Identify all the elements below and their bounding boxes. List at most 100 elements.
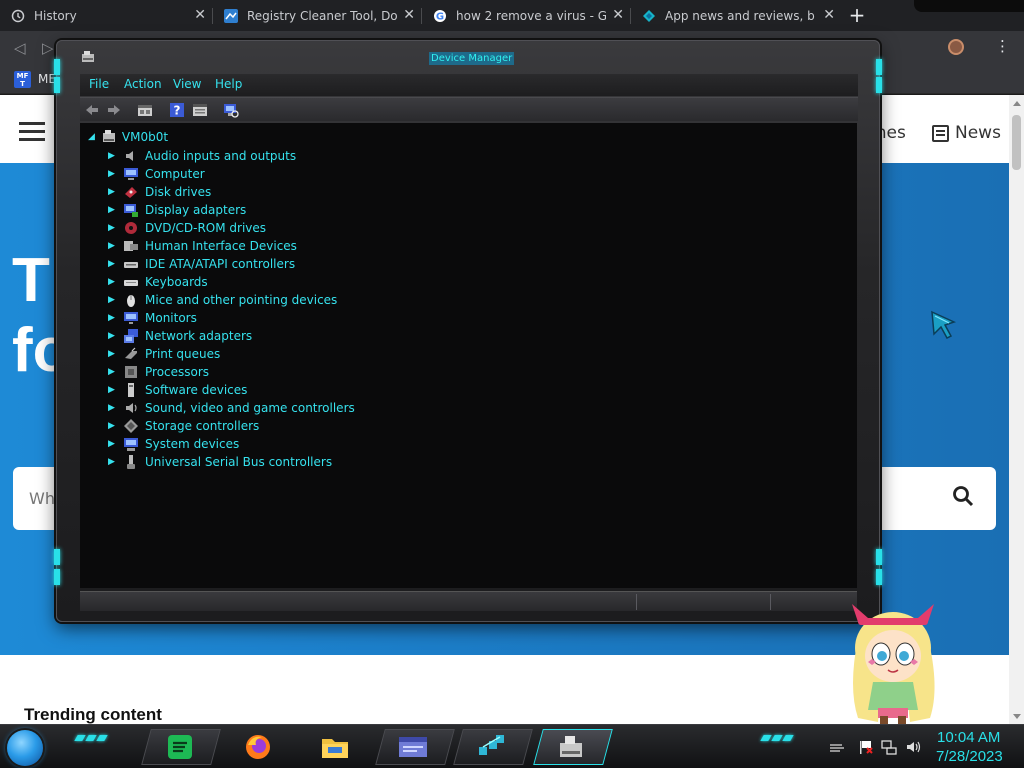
folder-icon	[322, 739, 348, 758]
expand-icon[interactable]: ▶	[108, 421, 118, 431]
close-tab-icon[interactable]: ✕	[612, 7, 624, 23]
svg-text:G: G	[436, 11, 444, 22]
expand-icon[interactable]: ▶	[108, 331, 118, 341]
device-category-item[interactable]: ▶ Software devices	[108, 381, 247, 399]
expand-icon[interactable]: ▶	[108, 403, 118, 413]
close-tab-icon[interactable]: ✕	[823, 7, 835, 23]
start-button[interactable]	[7, 730, 43, 766]
device-category-label: System devices	[145, 437, 240, 451]
nav-news-link[interactable]: News	[932, 123, 1001, 143]
window-title: Device Manager	[429, 52, 515, 65]
volume-icon[interactable]	[905, 739, 921, 755]
processor-icon	[125, 366, 137, 378]
device-category-item[interactable]: ▶ Keyboards	[108, 273, 208, 291]
show-hidden-icons[interactable]	[829, 739, 845, 755]
properties-view-icon[interactable]	[137, 102, 153, 118]
menu-file[interactable]: File	[89, 77, 109, 91]
help-icon[interactable]: ?	[169, 102, 185, 118]
device-category-item[interactable]: ▶ Print queues	[108, 345, 220, 363]
expand-icon[interactable]: ▶	[108, 313, 118, 323]
scroll-thumb[interactable]	[1012, 115, 1021, 170]
tab-registry-cleaner[interactable]: Registry Cleaner Tool, Down ✕	[213, 0, 421, 31]
search-icon[interactable]	[952, 485, 974, 507]
bookmark-favicon: MF T	[14, 71, 31, 88]
expand-icon[interactable]: ▶	[108, 349, 118, 359]
device-tree[interactable]: ◢ VM0b0t ▶ Audio inputs and outputs ▶ Compu…	[80, 123, 857, 588]
clock-date[interactable]: 7/28/2023	[936, 748, 1003, 765]
hamburger-menu-icon[interactable]	[19, 122, 45, 146]
taskbar-app-control-panel[interactable]	[398, 732, 428, 762]
expand-icon[interactable]: ▶	[108, 457, 118, 467]
device-category-item[interactable]: ▶ DVD/CD-ROM drives	[108, 219, 266, 237]
device-category-item[interactable]: ▶ Audio inputs and outputs	[108, 147, 296, 165]
device-category-item[interactable]: ▶ Disk drives	[108, 183, 211, 201]
page-scrollbar[interactable]	[1009, 95, 1024, 725]
device-category-item[interactable]: ▶ Network adapters	[108, 327, 252, 345]
expand-icon[interactable]: ▶	[108, 277, 118, 287]
menu-action[interactable]: Action	[124, 77, 162, 91]
expand-icon[interactable]: ▶	[108, 385, 118, 395]
device-category-item[interactable]: ▶ Universal Serial Bus controllers	[108, 453, 332, 471]
back-icon[interactable]: ◁	[14, 39, 26, 57]
profile-avatar[interactable]	[948, 39, 964, 55]
network-status-icon[interactable]	[881, 739, 897, 755]
collapse-icon[interactable]: ◢	[88, 132, 95, 142]
forward-icon[interactable]: ▷	[42, 39, 54, 57]
device-category-item[interactable]: ▶ System devices	[108, 435, 239, 453]
menu-view[interactable]: View	[173, 77, 201, 91]
expand-icon[interactable]: ▶	[108, 259, 118, 269]
device-manager-icon	[560, 736, 582, 757]
scroll-down-icon[interactable]	[1013, 714, 1021, 719]
expand-icon[interactable]: ▶	[108, 439, 118, 449]
expand-icon[interactable]: ▶	[108, 187, 118, 197]
forward-arrow-icon[interactable]	[106, 102, 122, 118]
device-category-item[interactable]: ▶ Processors	[108, 363, 209, 381]
close-tab-icon[interactable]: ✕	[403, 7, 415, 23]
scan-hardware-icon[interactable]	[223, 102, 239, 118]
cartoon-mascot-image	[852, 604, 935, 726]
status-bar	[80, 591, 857, 611]
device-category-item[interactable]: ▶ IDE ATA/ATAPI controllers	[108, 255, 295, 273]
taskbar-app-file-explorer[interactable]	[320, 732, 350, 762]
tree-root-node[interactable]: ◢ VM0b0t	[88, 129, 168, 145]
device-category-label: Disk drives	[145, 185, 212, 199]
expand-icon[interactable]: ▶	[108, 151, 118, 161]
expand-icon[interactable]: ▶	[108, 205, 118, 215]
taskbar-app-spotify[interactable]	[165, 732, 195, 762]
action-center-flag-icon[interactable]	[858, 739, 874, 755]
tab-history[interactable]: History ✕	[0, 0, 212, 31]
device-category-item[interactable]: ▶ Storage controllers	[108, 417, 259, 435]
device-category-item[interactable]: ▶ Monitors	[108, 309, 197, 327]
taskbar-app-network[interactable]	[476, 732, 506, 762]
expand-icon[interactable]: ▶	[108, 241, 118, 251]
usb-icon	[127, 455, 135, 469]
tab-google-search[interactable]: G how 2 remove a virus - Goo ✕	[422, 0, 630, 31]
close-tab-icon[interactable]: ✕	[194, 7, 206, 23]
scroll-up-icon[interactable]	[1013, 101, 1021, 106]
ide-controller-icon	[124, 262, 138, 268]
printer-icon	[125, 347, 137, 359]
menu-help[interactable]: Help	[215, 77, 242, 91]
back-arrow-icon[interactable]	[84, 102, 100, 118]
expand-icon[interactable]: ▶	[108, 295, 118, 305]
expand-icon[interactable]: ▶	[108, 169, 118, 179]
frame-accent	[54, 59, 60, 75]
browser-menu-icon[interactable]: ⋮	[995, 37, 1010, 55]
tab-app-news[interactable]: App news and reviews, best ✕	[631, 0, 841, 31]
device-category-item[interactable]: ▶ Mice and other pointing devices	[108, 291, 337, 309]
device-category-item[interactable]: ▶ Human Interface Devices	[108, 237, 297, 255]
expand-icon[interactable]: ▶	[108, 367, 118, 377]
new-tab-button[interactable]: +	[846, 4, 868, 26]
expand-icon[interactable]: ▶	[108, 223, 118, 233]
device-category-item[interactable]: ▶ Computer	[108, 165, 205, 183]
device-category-label: DVD/CD-ROM drives	[145, 221, 267, 235]
device-category-label: Processors	[145, 365, 210, 379]
device-category-item[interactable]: ▶ Display adapters	[108, 201, 246, 219]
device-category-label: Monitors	[145, 311, 197, 325]
clock-time[interactable]: 10:04 AM	[937, 729, 1000, 746]
details-view-icon[interactable]	[192, 102, 208, 118]
taskbar-app-firefox[interactable]	[243, 732, 273, 762]
taskbar-app-device-manager[interactable]	[556, 732, 586, 762]
site-favicon	[641, 8, 657, 24]
device-category-item[interactable]: ▶ Sound, video and game controllers	[108, 399, 355, 417]
